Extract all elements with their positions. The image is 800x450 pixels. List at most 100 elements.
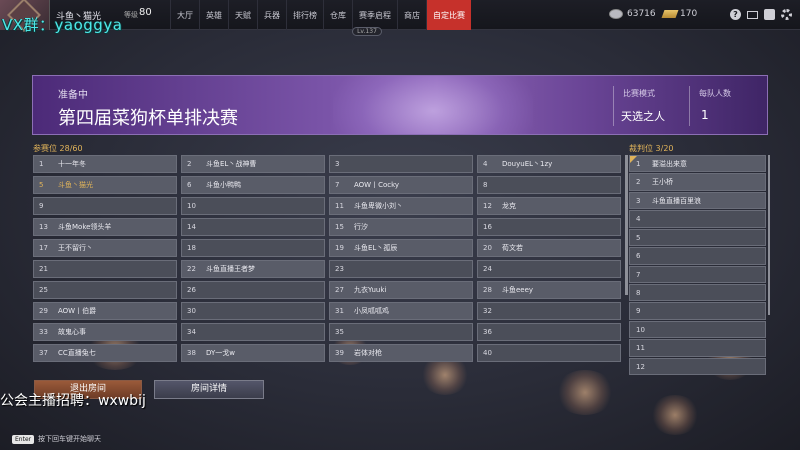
nav-tab[interactable]: 大厅 [170, 0, 199, 30]
nav-tab[interactable]: 天赋 [228, 0, 257, 30]
referee-slot[interactable]: 1 要溢出来意 [629, 155, 766, 173]
player-name: 斗鱼丶猫光 [58, 181, 93, 189]
referee-slot[interactable]: 2 王小桥 [629, 173, 766, 191]
slot-number: 21 [39, 265, 48, 273]
slot-number: 32 [483, 307, 492, 315]
slot-number: 37 [39, 349, 48, 357]
participant-slot[interactable]: 18 [181, 239, 325, 257]
slot-number: 35 [335, 328, 344, 336]
referee-slot[interactable]: 4 [629, 210, 766, 228]
nav-tab[interactable]: 商店 [397, 0, 426, 30]
mail-icon[interactable] [747, 11, 758, 19]
participant-slot[interactable]: 32 [477, 302, 621, 320]
participant-slot[interactable]: 35 [329, 323, 473, 341]
referee-name: 要溢出来意 [652, 160, 687, 168]
slot-number: 25 [39, 286, 48, 294]
slot-number: 8 [636, 288, 641, 297]
participant-slot[interactable]: 10 [181, 197, 325, 215]
participant-slot[interactable]: 9 [33, 197, 177, 215]
participant-slot[interactable]: 38 DY一戈w [181, 344, 325, 362]
participant-slot[interactable]: 25 [33, 281, 177, 299]
participant-slot[interactable]: 13 斗鱼Moke领头羊 [33, 218, 177, 236]
player-name: CC直播兔七 [58, 349, 96, 357]
participant-slot[interactable]: 23 [329, 260, 473, 278]
enter-key-hint: Enter [12, 435, 35, 444]
participant-slot[interactable]: 28 斗鱼eeey [477, 281, 621, 299]
participant-slot[interactable]: 34 [181, 323, 325, 341]
slot-number: 6 [636, 252, 641, 261]
participant-slot[interactable]: 12 龙克 [477, 197, 621, 215]
gold-amount: 170 [680, 9, 698, 19]
bokeh-light [555, 370, 615, 415]
participant-slot[interactable]: 26 [181, 281, 325, 299]
participant-slot[interactable]: 31 小凤呱呱鸡 [329, 302, 473, 320]
chat-icon[interactable] [764, 9, 775, 20]
participant-slot[interactable]: 5 斗鱼丶猫光 [33, 176, 177, 194]
nav-tab[interactable]: 排行榜 [286, 0, 323, 30]
referee-slot[interactable]: 8 [629, 283, 766, 302]
participant-slot[interactable]: 19 斗鱼EL丶孤辰 [329, 239, 473, 257]
referees-scrollbar[interactable] [768, 155, 770, 315]
nav-tab[interactable]: 英雄 [199, 0, 228, 30]
participant-slot[interactable]: 3 [329, 155, 473, 173]
participant-slot[interactable]: 22 斗鱼直播王者梦 [181, 260, 325, 278]
participant-slot[interactable]: 14 [181, 218, 325, 236]
match-status: 准备中 [58, 90, 88, 101]
silver-coin-icon [609, 9, 623, 19]
slot-number: 9 [636, 307, 641, 316]
participant-slot[interactable]: 36 [477, 323, 621, 341]
level-value: 80 [139, 7, 152, 18]
participant-slot[interactable]: 39 岩体对枪 [329, 344, 473, 362]
referee-slot[interactable]: 5 [629, 228, 766, 247]
slot-number: 39 [335, 349, 344, 357]
referee-slot[interactable]: 3 斗鱼直播百里浪 [629, 191, 766, 210]
room-details-button[interactable]: 房间详情 [154, 380, 264, 399]
participants-label: 参赛位 [33, 144, 57, 153]
mode-value: 天选之人 [621, 110, 665, 123]
slot-number: 1 [636, 160, 641, 168]
participant-slot[interactable]: 27 九衣Yuuki [329, 281, 473, 299]
help-icon[interactable]: ? [730, 9, 741, 20]
participant-slot[interactable]: 8 [477, 176, 621, 194]
nav-tab[interactable]: 仓库 [323, 0, 352, 30]
participant-slot[interactable]: 37 CC直播兔七 [33, 344, 177, 362]
player-name: 岩体对枪 [354, 349, 382, 357]
participant-slot[interactable]: 16 [477, 218, 621, 236]
player-name: 斗鱼直播王者梦 [206, 265, 255, 273]
slot-number: 11 [636, 344, 645, 353]
player-name: 十一年冬 [58, 160, 86, 168]
participant-slot[interactable]: 1 十一年冬 [33, 155, 177, 173]
participant-slot[interactable]: 2 斗鱼EL丶战神曹 [181, 155, 325, 173]
participant-slot[interactable]: 20 荀文若 [477, 239, 621, 257]
nav-tab[interactable]: 赛季启程 [352, 0, 397, 30]
participant-slot[interactable]: 29 AOW丨伯爵 [33, 302, 177, 320]
referee-slot[interactable]: 11 [629, 339, 766, 357]
referee-slot[interactable]: 12 [629, 357, 766, 375]
level-label: 等级 [124, 11, 138, 19]
participants-scrollbar[interactable] [625, 155, 628, 295]
nav-tab[interactable]: 自定比赛 [426, 0, 471, 30]
participant-slot[interactable]: 17 王不留行丶 [33, 239, 177, 257]
participant-slot[interactable]: 21 [33, 260, 177, 278]
participant-slot[interactable]: 6 斗鱼小鸭鸭 [181, 176, 325, 194]
referee-slot[interactable]: 10 [629, 320, 766, 339]
participant-slot[interactable]: 11 斗鱼卑微小刘丶 [329, 197, 473, 215]
participant-slot[interactable]: 33 故鬼心事 [33, 323, 177, 341]
participant-slot[interactable]: 24 [477, 260, 621, 278]
participant-slot[interactable]: 40 [477, 344, 621, 362]
slot-number: 12 [483, 202, 492, 210]
gear-icon[interactable] [781, 9, 792, 20]
participant-slot[interactable]: 7 AOW丨Cocky [329, 176, 473, 194]
referee-slot[interactable]: 6 [629, 247, 766, 265]
player-name: 王不留行丶 [58, 244, 93, 252]
referee-slot[interactable]: 9 [629, 302, 766, 320]
season-level-tag: Lv.137 [352, 27, 382, 36]
referee-slot[interactable]: 7 [629, 265, 766, 283]
participant-slot[interactable]: 15 行汐 [329, 218, 473, 236]
slot-number: 5 [39, 181, 44, 189]
participant-slot[interactable]: 4 DouyuEL丶1zy [477, 155, 621, 173]
nav-tab[interactable]: 兵器 [257, 0, 286, 30]
slot-number: 10 [187, 202, 196, 210]
participant-slot[interactable]: 30 [181, 302, 325, 320]
banner-glow [333, 76, 533, 134]
